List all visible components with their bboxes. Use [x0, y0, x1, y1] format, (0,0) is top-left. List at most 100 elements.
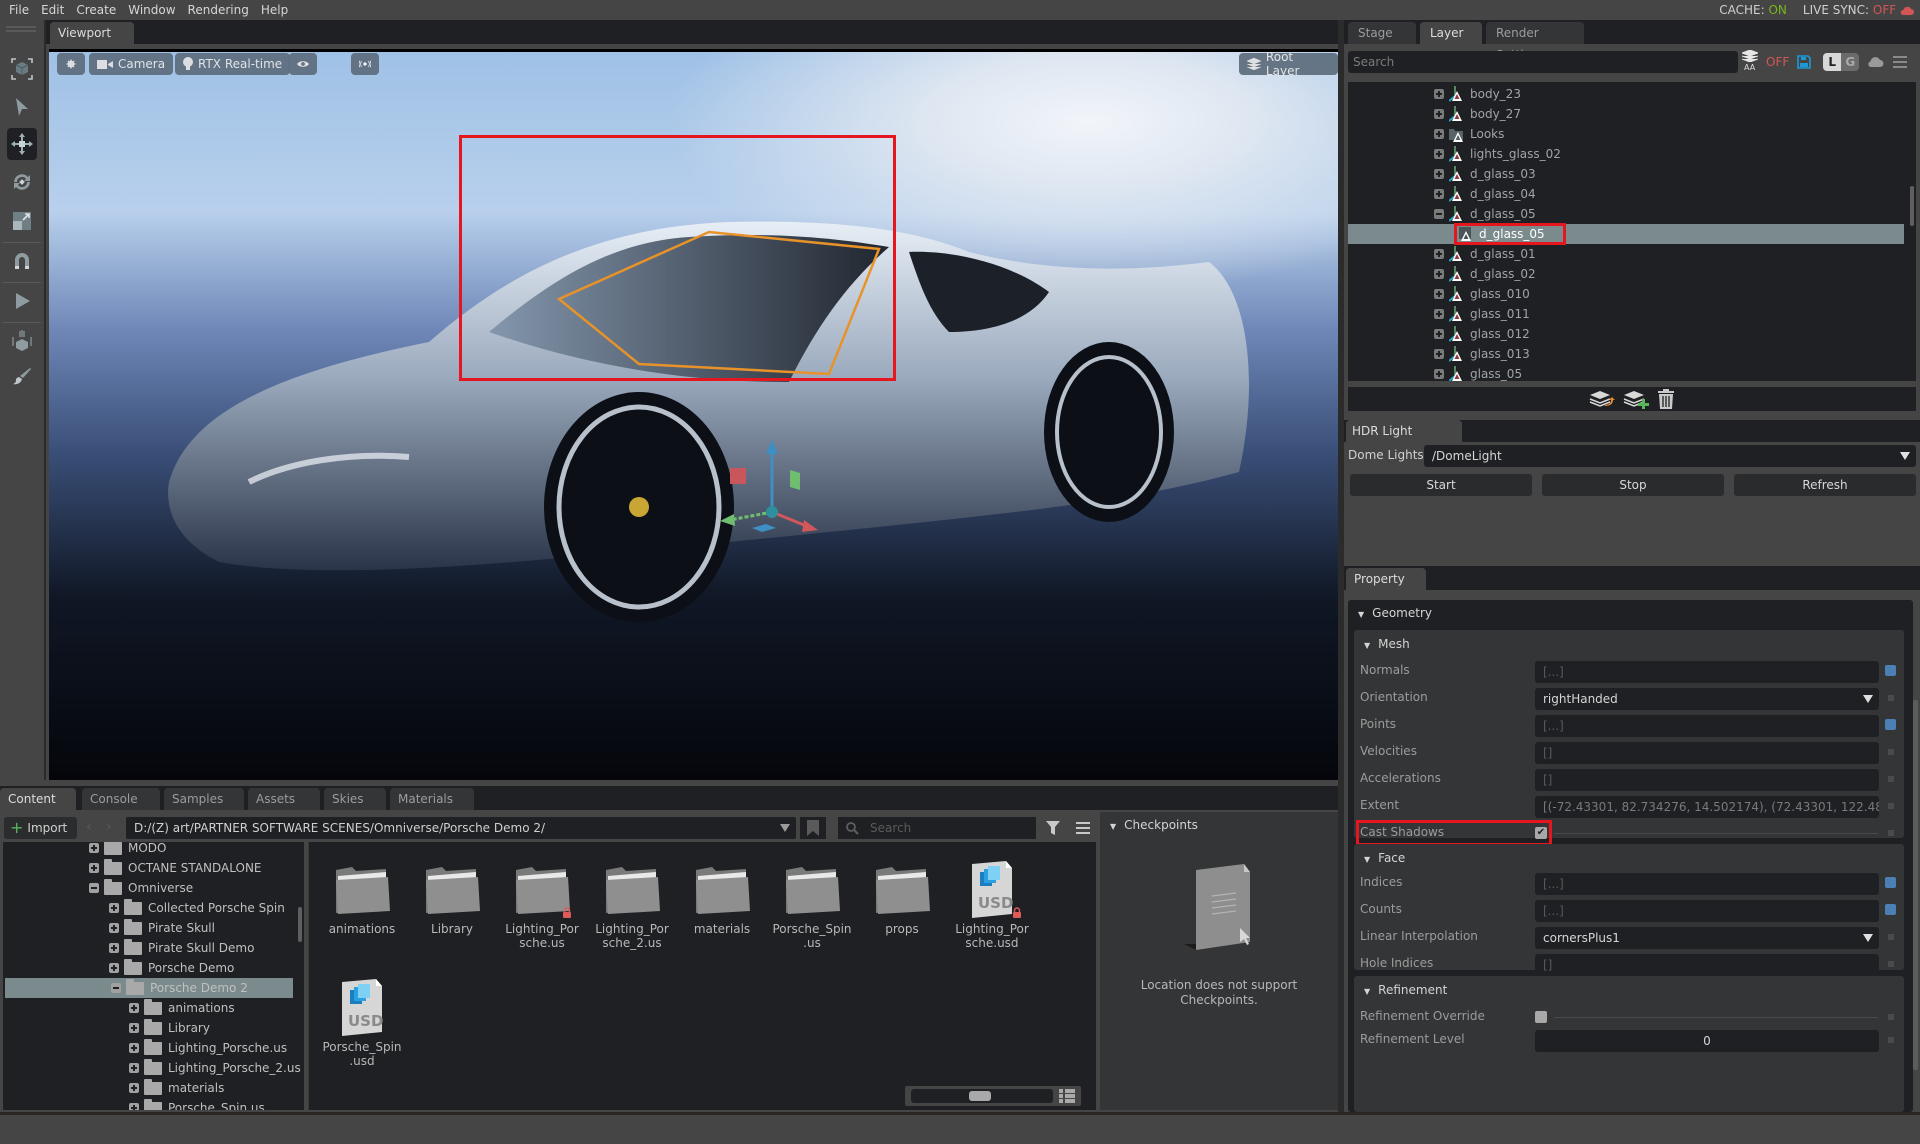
list-view-icon[interactable]	[1059, 1089, 1075, 1103]
menu-window[interactable]: Window	[122, 3, 181, 17]
layer-tree-row[interactable]: glass_05	[1348, 364, 1904, 381]
refresh-button[interactable]: Refresh	[1734, 474, 1916, 496]
layer-tree-scrollbar[interactable]	[1910, 186, 1914, 226]
folder-tree-row[interactable]: materials	[3, 1078, 224, 1098]
folder-tree-row[interactable]: Lighting_Porsche.us	[3, 1038, 287, 1058]
expand-icon[interactable]	[109, 903, 119, 913]
override-indicator[interactable]	[1885, 665, 1896, 676]
expand-icon[interactable]	[1434, 89, 1444, 99]
panel-splitter[interactable]	[1338, 20, 1342, 1112]
import-button[interactable]: + Import	[4, 817, 77, 839]
face-header[interactable]: ▼ Face	[1364, 851, 1405, 865]
layer-tree-row[interactable]: Looks	[1348, 124, 1904, 144]
override-indicator[interactable]	[1888, 1014, 1894, 1020]
toolbar-grip[interactable]	[6, 26, 36, 28]
tab-samples[interactable]: Samples	[164, 788, 244, 810]
camera-button[interactable]: Camera	[89, 53, 174, 75]
property-dropdown[interactable]: rightHanded	[1535, 688, 1879, 710]
mesh-header[interactable]: ▼ Mesh	[1364, 637, 1410, 651]
folder-tree-row[interactable]: animations	[3, 998, 235, 1018]
bookmark-button[interactable]	[800, 817, 826, 839]
stop-button[interactable]: Stop	[1542, 474, 1724, 496]
list-menu-icon[interactable]	[1076, 822, 1090, 834]
override-indicator[interactable]	[1888, 776, 1894, 782]
expand-icon[interactable]	[109, 963, 119, 973]
expand-icon[interactable]	[1434, 129, 1444, 139]
create-sublayer-icon[interactable]	[1623, 389, 1649, 409]
tab-viewport[interactable]: Viewport	[50, 22, 134, 44]
expand-icon[interactable]	[129, 1103, 139, 1110]
property-scrollbar[interactable]	[1913, 700, 1918, 1070]
refinement-header[interactable]: ▼ Refinement	[1364, 983, 1447, 997]
visibility-button[interactable]	[289, 53, 317, 75]
usd-file-item[interactable]: USD Porsche_Spin .usd	[317, 978, 407, 1068]
property-dropdown[interactable]: cornersPlus1	[1535, 927, 1879, 949]
override-indicator[interactable]	[1885, 877, 1896, 888]
folder-tree-row[interactable]: MODO	[3, 842, 166, 858]
live-broadcast-button[interactable]	[351, 53, 379, 75]
tab-materials[interactable]: Materials	[390, 788, 474, 810]
cloud-icon[interactable]	[1867, 56, 1885, 68]
layer-tree-row[interactable]: body_27	[1348, 104, 1904, 124]
override-indicator[interactable]	[1888, 1037, 1894, 1043]
folder-tree-row[interactable]: Collected Porsche Spin	[3, 898, 285, 918]
expand-icon[interactable]	[1434, 289, 1444, 299]
drop-physics-button[interactable]	[7, 326, 37, 356]
layer-tree-row[interactable]: lights_glass_02	[1348, 144, 1904, 164]
property-field[interactable]: [...]	[1535, 715, 1879, 737]
global-toggle[interactable]: G	[1841, 53, 1860, 71]
property-field[interactable]: []	[1535, 742, 1879, 764]
collapse-icon[interactable]	[89, 883, 99, 893]
cache-status[interactable]: CACHE: ON	[1719, 3, 1787, 17]
folder-item[interactable]: Lighting_Por sche_2.us	[587, 860, 677, 950]
folder-item[interactable]: materials	[677, 860, 767, 936]
content-tree-scrollbar[interactable]	[298, 907, 302, 942]
expand-icon[interactable]	[1434, 109, 1444, 119]
play-button[interactable]	[7, 286, 37, 316]
thumbnail-size-slider[interactable]	[905, 1086, 1081, 1106]
folder-tree-row[interactable]: Omniverse	[3, 878, 193, 898]
geometry-header[interactable]: ▼ Geometry	[1358, 606, 1432, 620]
expand-icon[interactable]	[1434, 189, 1444, 199]
override-indicator[interactable]	[1888, 830, 1894, 836]
transform-gizmo[interactable]	[714, 432, 834, 552]
menu-help[interactable]: Help	[255, 3, 294, 17]
tab-content[interactable]: Content	[0, 788, 76, 810]
layer-tree-row[interactable]: body_23	[1348, 84, 1904, 104]
auto-authoring-button[interactable]: AA	[1740, 49, 1760, 74]
insert-sublayer-icon[interactable]	[1589, 389, 1615, 409]
layer-tree-row[interactable]: d_glass_05	[1348, 204, 1904, 224]
property-field[interactable]: 0	[1535, 1030, 1879, 1052]
layer-tree-row[interactable]: d_glass_02	[1348, 264, 1904, 284]
override-indicator[interactable]	[1888, 961, 1894, 967]
collapse-icon[interactable]	[1434, 209, 1444, 219]
back-arrow-icon[interactable]: ‹	[86, 819, 92, 835]
expand-icon[interactable]	[1434, 369, 1444, 379]
checkpoints-header[interactable]: ▼ Checkpoints	[1110, 818, 1198, 832]
viewport[interactable]: Camera RTX Real-time Root Layer	[49, 49, 1338, 780]
expand-icon[interactable]	[1434, 169, 1444, 179]
hamburger-menu-icon[interactable]	[1893, 56, 1908, 68]
folder-tree-row[interactable]: Pirate Skull	[3, 918, 215, 938]
render-mode-button[interactable]: RTX Real-time	[175, 53, 291, 75]
paint-button[interactable]	[7, 362, 37, 392]
snap-button[interactable]	[7, 246, 37, 276]
menu-file[interactable]: File	[0, 3, 35, 17]
folder-tree-row[interactable]: OCTANE STANDALONE	[3, 858, 262, 878]
menu-create[interactable]: Create	[70, 3, 122, 17]
expand-icon[interactable]	[109, 943, 119, 953]
chevron-down-icon[interactable]	[780, 824, 790, 832]
rotate-tool-button[interactable]	[7, 167, 37, 197]
folder-item[interactable]: Porsche_Spin .us	[767, 860, 857, 950]
tab-stage[interactable]: Stage	[1348, 22, 1416, 44]
start-button[interactable]: Start	[1350, 474, 1532, 496]
folder-item[interactable]: Lighting_Por sche.us	[497, 860, 587, 950]
expand-icon[interactable]	[1434, 269, 1444, 279]
folder-tree-row[interactable]: Porsche Demo 2	[5, 978, 293, 998]
tab-layer[interactable]: Layer	[1420, 22, 1482, 44]
expand-icon[interactable]	[1434, 329, 1444, 339]
content-search-input[interactable]: Search	[838, 817, 1036, 839]
frame-selection-button[interactable]	[7, 54, 37, 84]
trash-icon[interactable]	[1657, 389, 1675, 409]
expand-icon[interactable]	[129, 1063, 139, 1073]
